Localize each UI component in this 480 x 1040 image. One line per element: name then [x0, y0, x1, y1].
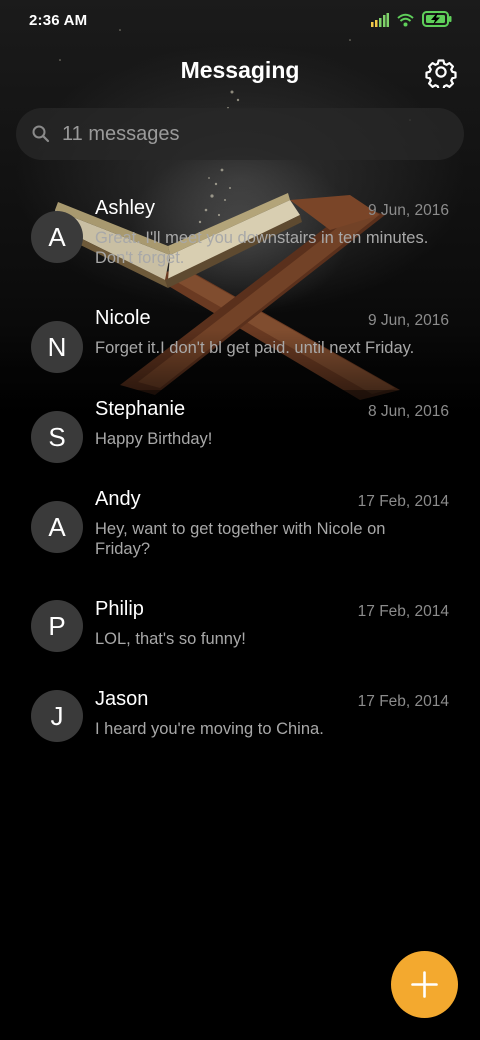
contact-name: Jason: [95, 688, 149, 710]
message-date: 9 Jun, 2016: [367, 312, 449, 329]
avatar: A: [31, 211, 83, 263]
avatar: S: [31, 411, 83, 463]
status-bar: 2:36 AM: [0, 0, 480, 44]
message-snippet: I heard you're moving to China.: [95, 720, 324, 738]
search-input[interactable]: [62, 108, 442, 160]
contact-name: Ashley: [95, 197, 156, 219]
avatar: J: [31, 690, 83, 742]
search-icon: [31, 124, 51, 148]
gear-icon: [425, 59, 457, 92]
contact-name: Stephanie: [95, 398, 186, 420]
message-date: 17 Feb, 2014: [357, 693, 449, 710]
contact-name: Nicole: [95, 307, 151, 329]
message-date: 8 Jun, 2016: [367, 403, 449, 420]
contact-name: Philip: [95, 598, 144, 620]
message-date: 17 Feb, 2014: [357, 603, 449, 620]
message-snippet: LOL, that's so funny!: [95, 630, 246, 648]
avatar: P: [31, 600, 83, 652]
conversation-item[interactable]: P Philip 17 Feb, 2014 LOL, that's so fun…: [0, 585, 480, 675]
search-bar[interactable]: [16, 108, 464, 160]
message-date: 17 Feb, 2014: [357, 493, 449, 510]
message-snippet: Hey, want to get together with Nicole on…: [95, 520, 386, 558]
battery-charging-icon: [422, 11, 452, 31]
signal-icon: [371, 12, 389, 31]
conversation-item[interactable]: A Ashley 9 Jun, 2016 Great. I'll meet yo…: [0, 185, 480, 295]
settings-button[interactable]: [425, 56, 457, 91]
conversation-item[interactable]: J Jason 17 Feb, 2014 I heard you're movi…: [0, 675, 480, 765]
avatar: N: [31, 321, 83, 373]
message-date: 9 Jun, 2016: [367, 202, 449, 219]
status-time: 2:36 AM: [29, 12, 88, 29]
page-title: Messaging: [180, 57, 300, 83]
wifi-icon: [397, 12, 414, 31]
contact-name: Andy: [95, 488, 141, 510]
avatar: A: [31, 501, 83, 553]
status-icons: [371, 11, 452, 31]
message-snippet: Great. I'll meet you downstairs in ten m…: [95, 229, 429, 267]
conversation-item[interactable]: A Andy 17 Feb, 2014 Hey, want to get tog…: [0, 475, 480, 585]
conversation-item[interactable]: S Stephanie 8 Jun, 2016 Happy Birthday!: [0, 385, 480, 475]
message-snippet: Happy Birthday!: [95, 430, 213, 448]
new-message-button[interactable]: [391, 951, 458, 1018]
conversation-item[interactable]: N Nicole 9 Jun, 2016 Forget it.I don't b…: [0, 295, 480, 385]
message-snippet: Forget it.I don't bl get paid. until nex…: [95, 339, 415, 357]
